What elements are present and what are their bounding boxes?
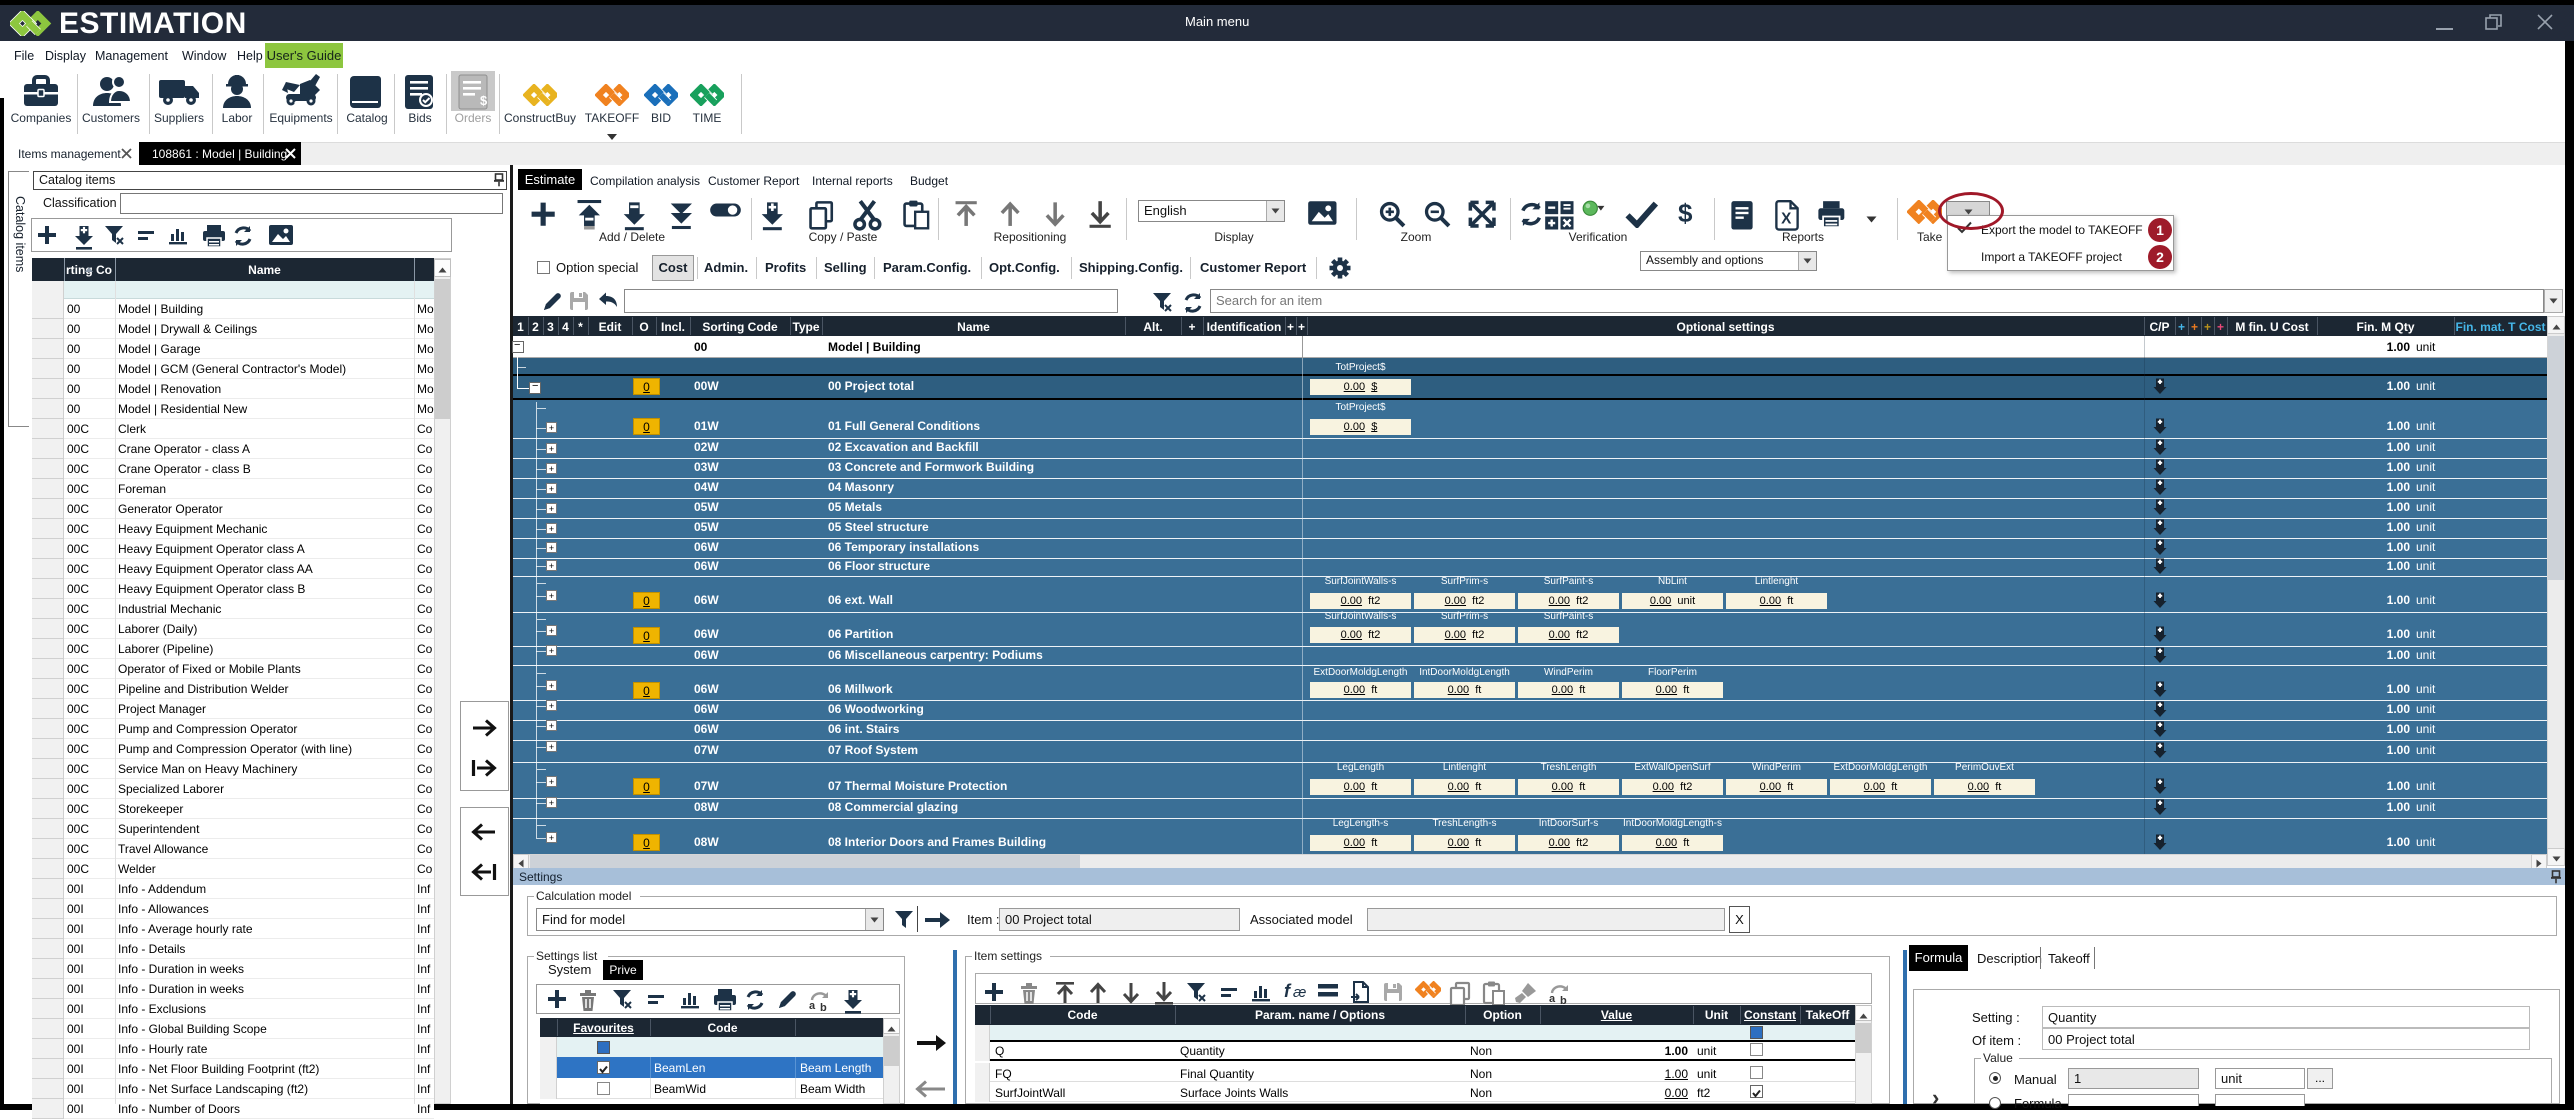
- svg-text:b: b: [820, 1002, 827, 1012]
- svg-text:b: b: [1560, 995, 1567, 1005]
- svg-text:æ: æ: [1293, 984, 1306, 1001]
- svg-text:a: a: [809, 1000, 816, 1012]
- svg-text:a: a: [1549, 993, 1556, 1005]
- svg-text:$: $: [480, 93, 488, 108]
- svg-text:f: f: [1284, 981, 1292, 1001]
- svg-text:X: X: [1781, 211, 1792, 228]
